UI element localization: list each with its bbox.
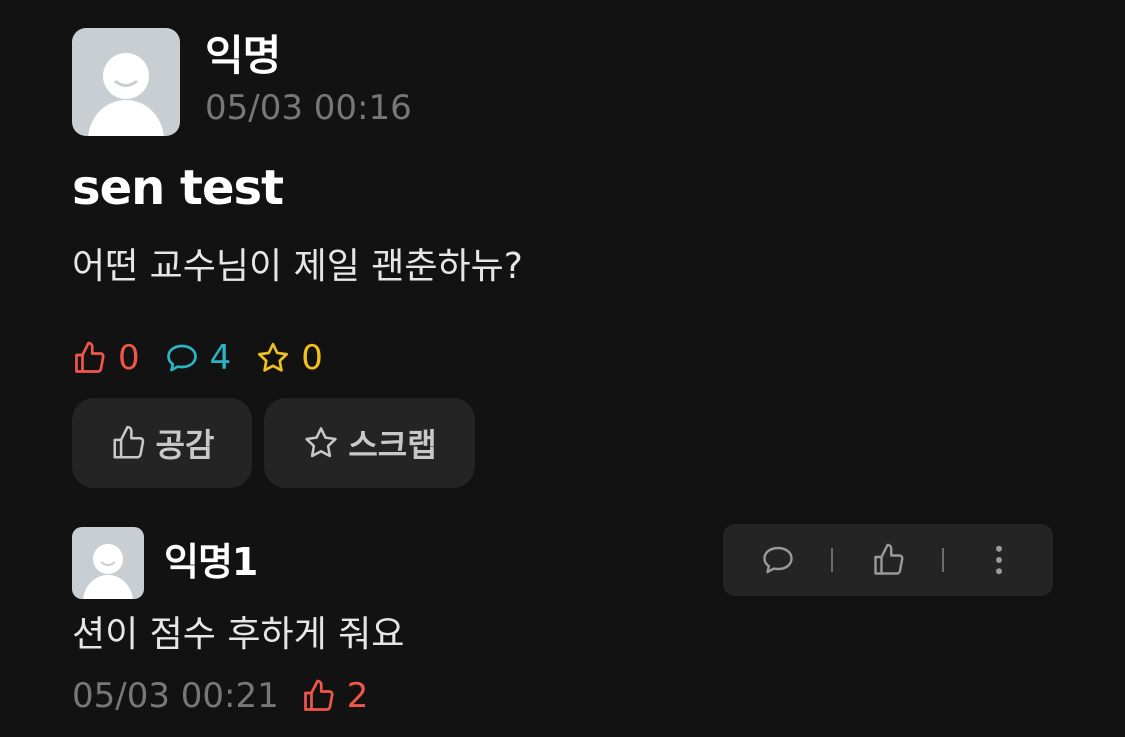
scrap-button[interactable]: 스크랩 bbox=[264, 398, 475, 488]
comment-timestamp: 05/03 00:21 bbox=[72, 676, 279, 716]
thumbs-up-icon bbox=[113, 425, 144, 459]
like-button[interactable]: 공감 bbox=[72, 398, 252, 488]
comment-like-stat: 2 bbox=[301, 676, 369, 716]
speech-bubble-icon bbox=[166, 344, 197, 372]
post-author-name: 익명 bbox=[205, 31, 281, 80]
star-icon bbox=[305, 427, 338, 458]
star-icon bbox=[258, 342, 289, 372]
speech-bubble-icon bbox=[763, 546, 793, 574]
post-title: sen test bbox=[72, 160, 284, 216]
toolbar-divider bbox=[831, 548, 833, 572]
post-body: 어떤 교수님이 제일 괜춘하뉴? bbox=[72, 246, 523, 287]
thumbs-up-icon bbox=[75, 341, 105, 373]
more-options-button[interactable] bbox=[981, 542, 1017, 578]
comment-like-button[interactable] bbox=[871, 542, 907, 578]
scrap-count-stat: 0 bbox=[255, 338, 323, 378]
comment-body: 션이 점수 후하게 줘요 bbox=[72, 614, 405, 655]
thumbs-up-icon bbox=[874, 543, 904, 575]
scrap-count: 0 bbox=[301, 338, 323, 378]
comment-author-name: 익명1 bbox=[164, 540, 258, 584]
comment-count-stat: 4 bbox=[164, 338, 232, 378]
post-stats: 0 4 0 bbox=[72, 336, 347, 380]
like-button-label: 공감 bbox=[155, 426, 215, 464]
comment-count: 4 bbox=[209, 338, 232, 378]
like-count: 0 bbox=[118, 338, 140, 378]
post-page: 익명 05/03 00:16 sen test 어떤 교수님이 제일 괜춘하뉴?… bbox=[0, 0, 1125, 737]
thumbs-up-icon bbox=[303, 679, 334, 711]
reply-button[interactable] bbox=[760, 542, 796, 578]
comment-action-toolbar bbox=[723, 524, 1053, 596]
scrap-button-label: 스크랩 bbox=[348, 426, 437, 464]
avatar-placeholder-icon bbox=[83, 544, 133, 599]
comment-like-count: 2 bbox=[346, 676, 369, 716]
like-count-stat: 0 bbox=[72, 338, 140, 378]
post-timestamp: 05/03 00:16 bbox=[205, 88, 412, 128]
comment-author-avatar bbox=[72, 527, 144, 599]
post-author-avatar bbox=[72, 28, 180, 136]
comment-meta: 05/03 00:21 2 bbox=[72, 674, 368, 718]
avatar-placeholder-icon bbox=[88, 53, 164, 136]
toolbar-divider bbox=[942, 548, 944, 572]
more-vertical-icon bbox=[996, 545, 1002, 575]
